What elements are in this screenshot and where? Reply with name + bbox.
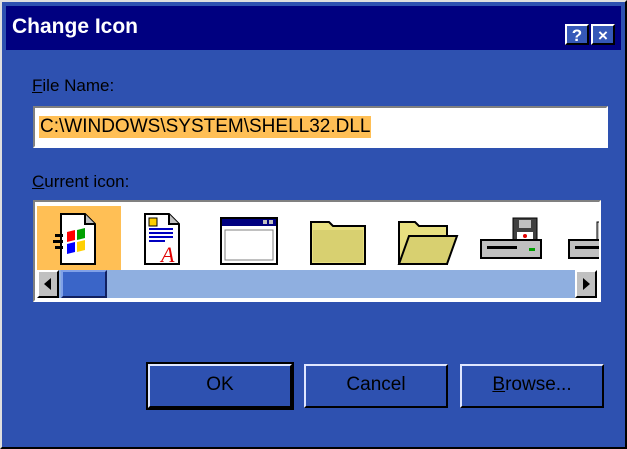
icon-option-drive[interactable] [549,206,599,270]
folder-open-icon [397,221,459,265]
arrow-left-icon [44,278,51,290]
window-icon [220,217,278,265]
current-icon-label: Current icon: [32,172,130,191]
floppy-drive-icon [480,217,542,259]
folder-closed-icon [310,221,366,265]
icon-option-floppy-drive[interactable] [465,206,549,270]
icon-option-folder-closed[interactable] [293,206,377,270]
svg-text:A: A [159,242,175,267]
close-button[interactable]: × [591,24,615,45]
drive-icon [568,221,599,259]
file-name-field[interactable]: C:\WINDOWS\SYSTEM\SHELL32.DLL [33,106,608,148]
scroll-right-button[interactable] [575,270,597,298]
browse-button[interactable]: Browse... [460,364,604,408]
icon-option-windows-doc[interactable] [37,206,121,270]
horizontal-scrollbar[interactable] [37,270,597,298]
change-icon-dialog: Change Icon ? × File Name: C:\WINDOWS\SY… [0,0,627,449]
help-button[interactable]: ? [565,24,589,45]
window-title: Change Icon [12,15,139,38]
arrow-right-icon [583,278,590,290]
cancel-button[interactable]: Cancel [304,364,448,408]
close-icon: × [598,26,608,45]
scroll-left-button[interactable] [37,270,59,298]
ok-button[interactable]: OK [146,362,294,410]
icon-option-window[interactable] [205,206,289,270]
file-name-label: File Name: [32,76,115,95]
file-name-value: C:\WINDOWS\SYSTEM\SHELL32.DLL [39,116,372,138]
icon-option-folder-open[interactable] [381,206,465,270]
icon-list[interactable]: A [33,200,601,302]
wordpad-doc-icon: A [144,213,180,267]
scroll-thumb[interactable] [61,270,107,298]
titlebar[interactable]: Change Icon ? × [6,6,621,50]
icon-option-wordpad-doc[interactable]: A [121,206,205,270]
windows-doc-icon [53,213,96,265]
